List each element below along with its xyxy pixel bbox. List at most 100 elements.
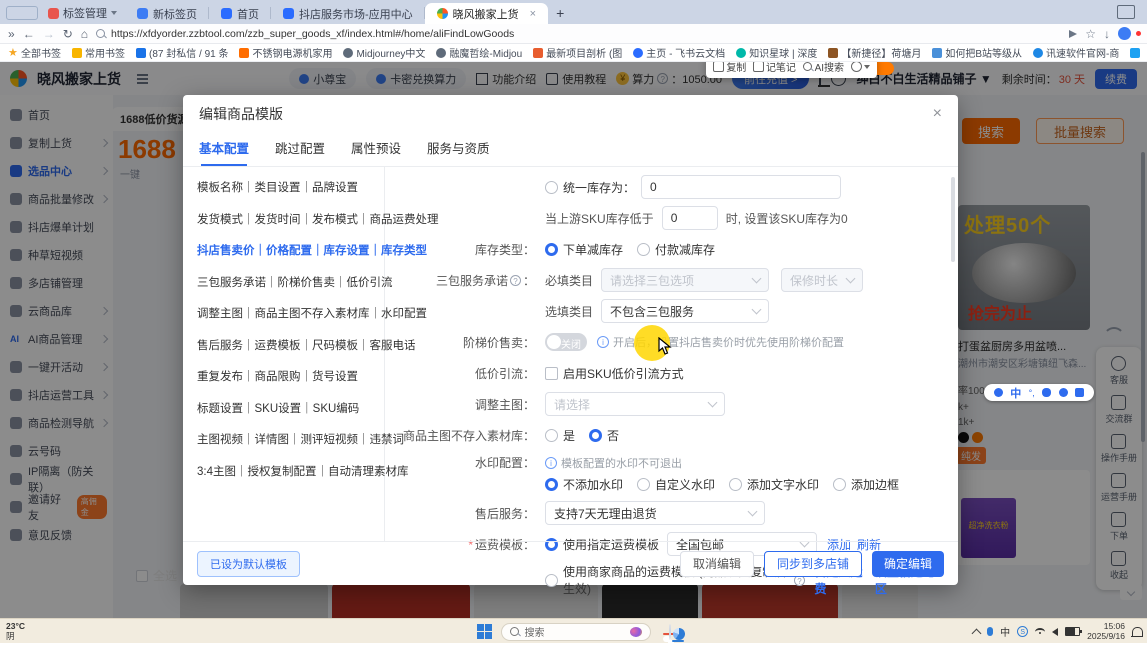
radio-label: 付款减库存 bbox=[655, 241, 715, 258]
site-icon bbox=[828, 48, 838, 58]
unified-stock-radio[interactable] bbox=[545, 181, 558, 194]
ime-mode-cn[interactable]: 中 bbox=[1010, 385, 1021, 401]
bookmark-item[interactable]: 不锈钢电源机家用 bbox=[239, 45, 332, 60]
start-button[interactable] bbox=[477, 624, 492, 639]
wifi-icon[interactable] bbox=[1035, 628, 1045, 636]
menu-item[interactable]: 调整主图｜商品主图不存入素材库｜水印配置 bbox=[197, 305, 384, 321]
forward-icon[interactable]: → bbox=[43, 27, 55, 41]
checkbox-label: 启用SKU低价引流方式 bbox=[563, 365, 684, 382]
globe-icon bbox=[343, 48, 353, 58]
wm-none-radio[interactable] bbox=[545, 478, 558, 491]
tab-close-icon[interactable]: × bbox=[530, 8, 536, 20]
extensions-chevron-icon[interactable]: » bbox=[8, 27, 15, 41]
weather-widget[interactable]: 23°C 阴 bbox=[6, 621, 25, 641]
bookmark-item[interactable]: ★全部书签 bbox=[8, 45, 61, 60]
menu-item[interactable]: 3:4主图｜授权复制配置｜自动清理素材库 bbox=[197, 463, 384, 479]
no-material-no-radio[interactable] bbox=[589, 429, 602, 442]
browser-tab-newtab[interactable]: 新标签页 bbox=[125, 3, 209, 24]
radio-label: 自定义水印 bbox=[655, 476, 715, 493]
tab-service-qualification[interactable]: 服务与资质 bbox=[427, 138, 490, 166]
browser-tab-market[interactable]: 抖店服务市场-应用中心 bbox=[271, 3, 425, 24]
url-input[interactable]: https://xfdyorder.zzbtool.com/zzb_super_… bbox=[96, 26, 1061, 41]
bookmark-item[interactable]: 最新项目剖析 (图 bbox=[533, 45, 622, 60]
new-tab-button[interactable]: + bbox=[548, 4, 572, 22]
ext-settings-action[interactable] bbox=[851, 61, 870, 72]
wm-text-radio[interactable] bbox=[729, 478, 742, 491]
modal-tabs: 基本配置 跳过配置 属性预设 服务与资质 bbox=[183, 133, 958, 167]
bookmark-item[interactable]: 主页 - 飞书云文档 bbox=[633, 45, 725, 60]
send-to-phone-icon[interactable] bbox=[1069, 30, 1077, 38]
unified-stock-input[interactable]: 0 bbox=[641, 175, 841, 199]
menu-item[interactable]: 售后服务｜运费模板｜尺码模板｜客服电话 bbox=[197, 337, 384, 353]
stock-type-order-radio[interactable] bbox=[545, 243, 558, 256]
sogou-icon[interactable]: S bbox=[1017, 626, 1028, 637]
menu-item-active[interactable]: 抖店售卖价｜价格配置｜库存设置｜库存类型 bbox=[197, 242, 384, 258]
no-material-yes-radio[interactable] bbox=[545, 429, 558, 442]
favorite-star-icon[interactable]: ☆ bbox=[1085, 27, 1096, 41]
sanbao-required-select[interactable]: 请选择三包选项 bbox=[601, 268, 769, 292]
tab-skip-config[interactable]: 跳过配置 bbox=[275, 138, 325, 166]
bookmark-item[interactable]: (87 封私信 / 91 条 bbox=[136, 45, 228, 60]
user-icon[interactable] bbox=[1059, 388, 1068, 397]
cancel-edit-button[interactable]: 取消编辑 bbox=[680, 551, 754, 577]
menu-item[interactable]: 主图视频｜详情图｜测评短视频｜违禁词 bbox=[197, 431, 384, 447]
ime-punct-icon[interactable]: °, bbox=[1029, 388, 1035, 398]
info-icon: i bbox=[545, 457, 557, 469]
tray-expand-icon[interactable] bbox=[972, 628, 982, 638]
doc-favicon bbox=[283, 8, 294, 19]
bookmark-item[interactable]: 常用书签 bbox=[72, 45, 125, 60]
back-icon[interactable]: ← bbox=[23, 27, 35, 41]
bookmark-item[interactable]: 【新捷径】荷塘月 bbox=[828, 45, 921, 60]
home-favicon bbox=[137, 8, 148, 19]
sync-multi-shop-button[interactable]: 同步到多店铺 bbox=[764, 551, 862, 577]
tab-attr-preset[interactable]: 属性预设 bbox=[351, 138, 401, 166]
reader-mode-button[interactable] bbox=[6, 6, 38, 20]
confirm-edit-button[interactable]: 确定编辑 bbox=[872, 551, 944, 577]
profile-avatar[interactable] bbox=[1118, 27, 1131, 40]
menu-item[interactable]: 标题设置｜SKU设置｜SKU编码 bbox=[197, 400, 384, 416]
mic-icon[interactable] bbox=[1042, 388, 1051, 397]
notification-bell-icon[interactable] bbox=[1132, 627, 1143, 636]
tab-manager-button[interactable]: 标签管理 bbox=[40, 4, 125, 22]
menu-item[interactable]: 模板名称｜类目设置｜品牌设置 bbox=[197, 179, 384, 195]
browser-tab-active[interactable]: 晓风搬家上货 × bbox=[425, 3, 548, 24]
tab-panel-icon[interactable] bbox=[1117, 5, 1135, 19]
bookmark-item[interactable]: 讯速软件官网-商 bbox=[1033, 45, 1119, 60]
bookmark-item[interactable]: 【新捷径】TB58 bbox=[1130, 45, 1147, 60]
volume-icon[interactable] bbox=[1052, 628, 1058, 636]
browser-tab-homepage[interactable]: 首页 bbox=[209, 3, 271, 24]
bookmark-item[interactable]: 知识星球 | 深度 bbox=[736, 45, 817, 60]
wm-border-radio[interactable] bbox=[833, 478, 846, 491]
form-scrollbar[interactable] bbox=[951, 177, 955, 262]
close-icon[interactable]: × bbox=[933, 105, 942, 123]
menu-item[interactable]: 重复发布｜商品限购｜货号设置 bbox=[197, 368, 384, 384]
battery-icon[interactable] bbox=[1065, 627, 1080, 636]
low-price-checkbox[interactable] bbox=[545, 367, 558, 380]
reload-icon[interactable]: ↻ bbox=[63, 27, 73, 41]
default-template-button[interactable]: 已设为默认模板 bbox=[197, 551, 300, 577]
aftersale-select[interactable]: 支持7天无理由退货 bbox=[545, 501, 765, 525]
mic-icon[interactable] bbox=[987, 627, 993, 636]
tab-basic-config[interactable]: 基本配置 bbox=[199, 138, 249, 166]
bookmark-item[interactable]: 如何把B站等级从 bbox=[932, 45, 1022, 60]
menu-item[interactable]: 三包服务承诺｜阶梯价售卖｜低价引流 bbox=[197, 274, 384, 290]
browser-app[interactable] bbox=[669, 625, 671, 639]
sanbao-optional-select[interactable]: 不包含三包服务 bbox=[601, 299, 769, 323]
low-stock-input[interactable]: 0 bbox=[662, 206, 718, 230]
ime-indicator[interactable]: 中 bbox=[1000, 624, 1010, 639]
bookmark-item[interactable]: Midjourney中文 bbox=[343, 45, 425, 60]
menu-item[interactable]: 发货模式｜发货时间｜发布模式｜商品运费处理 bbox=[197, 211, 384, 227]
bookmark-item[interactable]: 融魔哲绘-Midjou bbox=[436, 45, 522, 60]
tier-price-toggle[interactable]: 关闭 bbox=[545, 333, 587, 351]
taskbar-search[interactable]: 搜索 bbox=[501, 623, 651, 641]
download-icon[interactable]: ↓ bbox=[1104, 27, 1110, 41]
stock-type-pay-radio[interactable] bbox=[637, 243, 650, 256]
main-img-select[interactable]: 请选择 bbox=[545, 392, 725, 416]
clock[interactable]: 15:06 2025/9/16 bbox=[1087, 622, 1125, 642]
home-icon[interactable]: ⌂ bbox=[81, 27, 88, 41]
ime-toolbar[interactable]: 中 °, bbox=[984, 384, 1094, 401]
warranty-select[interactable]: 保修时长 bbox=[781, 268, 863, 292]
help-icon[interactable]: ? bbox=[510, 275, 521, 286]
keyboard-grid-icon[interactable] bbox=[1075, 388, 1084, 397]
wm-custom-radio[interactable] bbox=[637, 478, 650, 491]
